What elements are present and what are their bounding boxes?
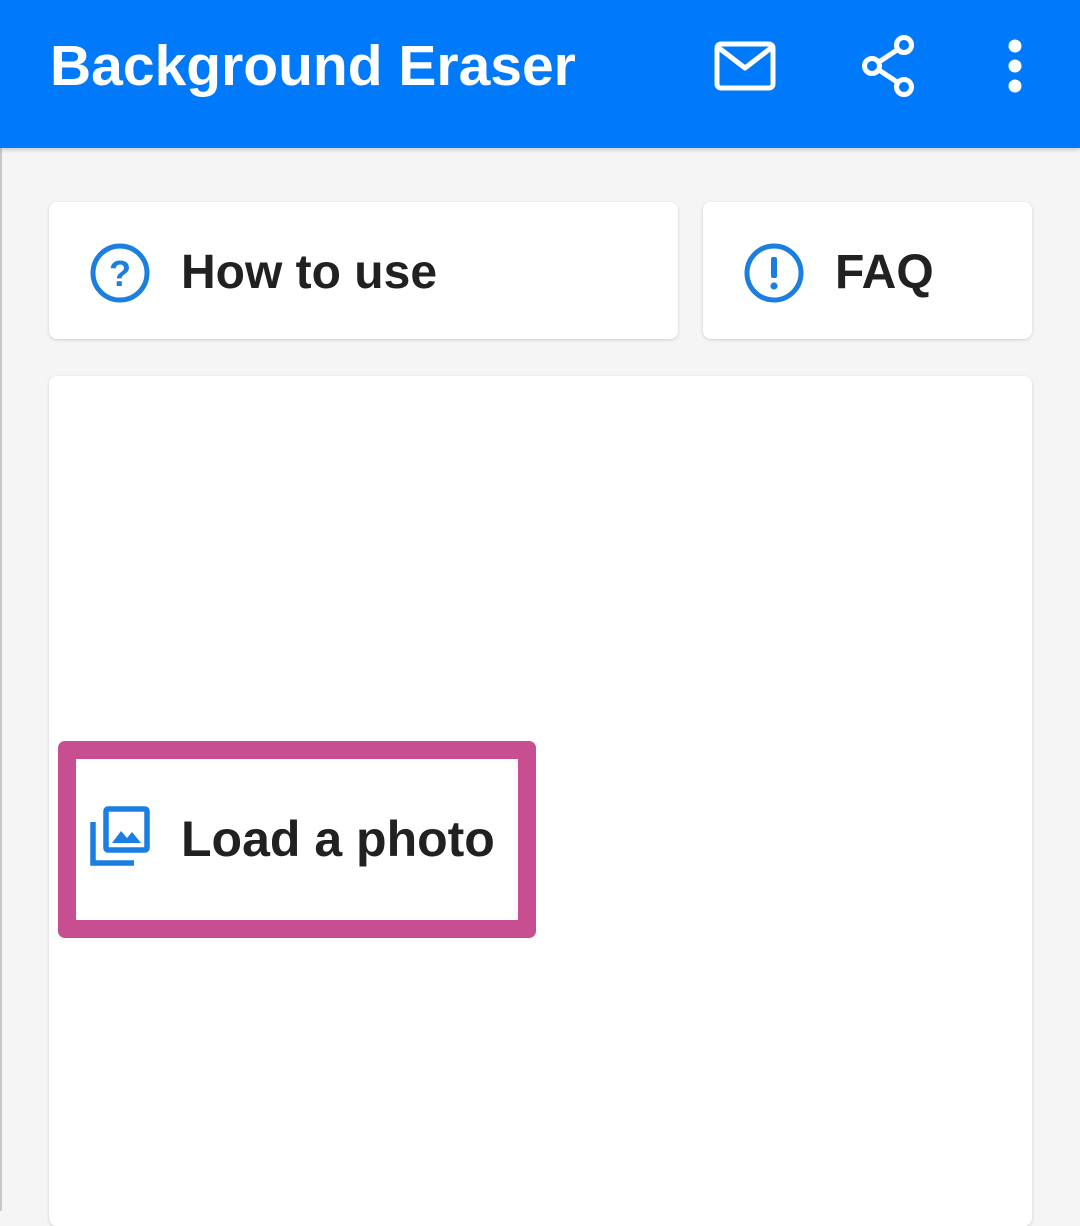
load-photo-label: Load a photo	[181, 811, 495, 867]
app-bar: Background Eraser	[0, 0, 1080, 148]
faq-button[interactable]: FAQ	[703, 202, 1032, 339]
mail-button[interactable]	[713, 34, 777, 98]
mail-icon	[714, 41, 776, 91]
svg-text:?: ?	[109, 253, 131, 294]
more-options-button[interactable]	[983, 34, 1047, 98]
app-title: Background Eraser	[50, 34, 576, 98]
share-icon	[862, 35, 914, 97]
help-circle-icon: ?	[89, 242, 151, 304]
how-to-use-button[interactable]: ? How to use	[49, 202, 678, 339]
window-edge	[0, 148, 2, 1211]
photo-library-icon	[90, 806, 150, 866]
how-to-use-label: How to use	[181, 246, 438, 299]
more-vert-icon	[1008, 39, 1022, 93]
share-button[interactable]	[857, 34, 921, 98]
load-photo-button[interactable]: Load a photo	[76, 759, 518, 920]
faq-label: FAQ	[835, 246, 934, 299]
info-circle-icon	[743, 242, 805, 304]
